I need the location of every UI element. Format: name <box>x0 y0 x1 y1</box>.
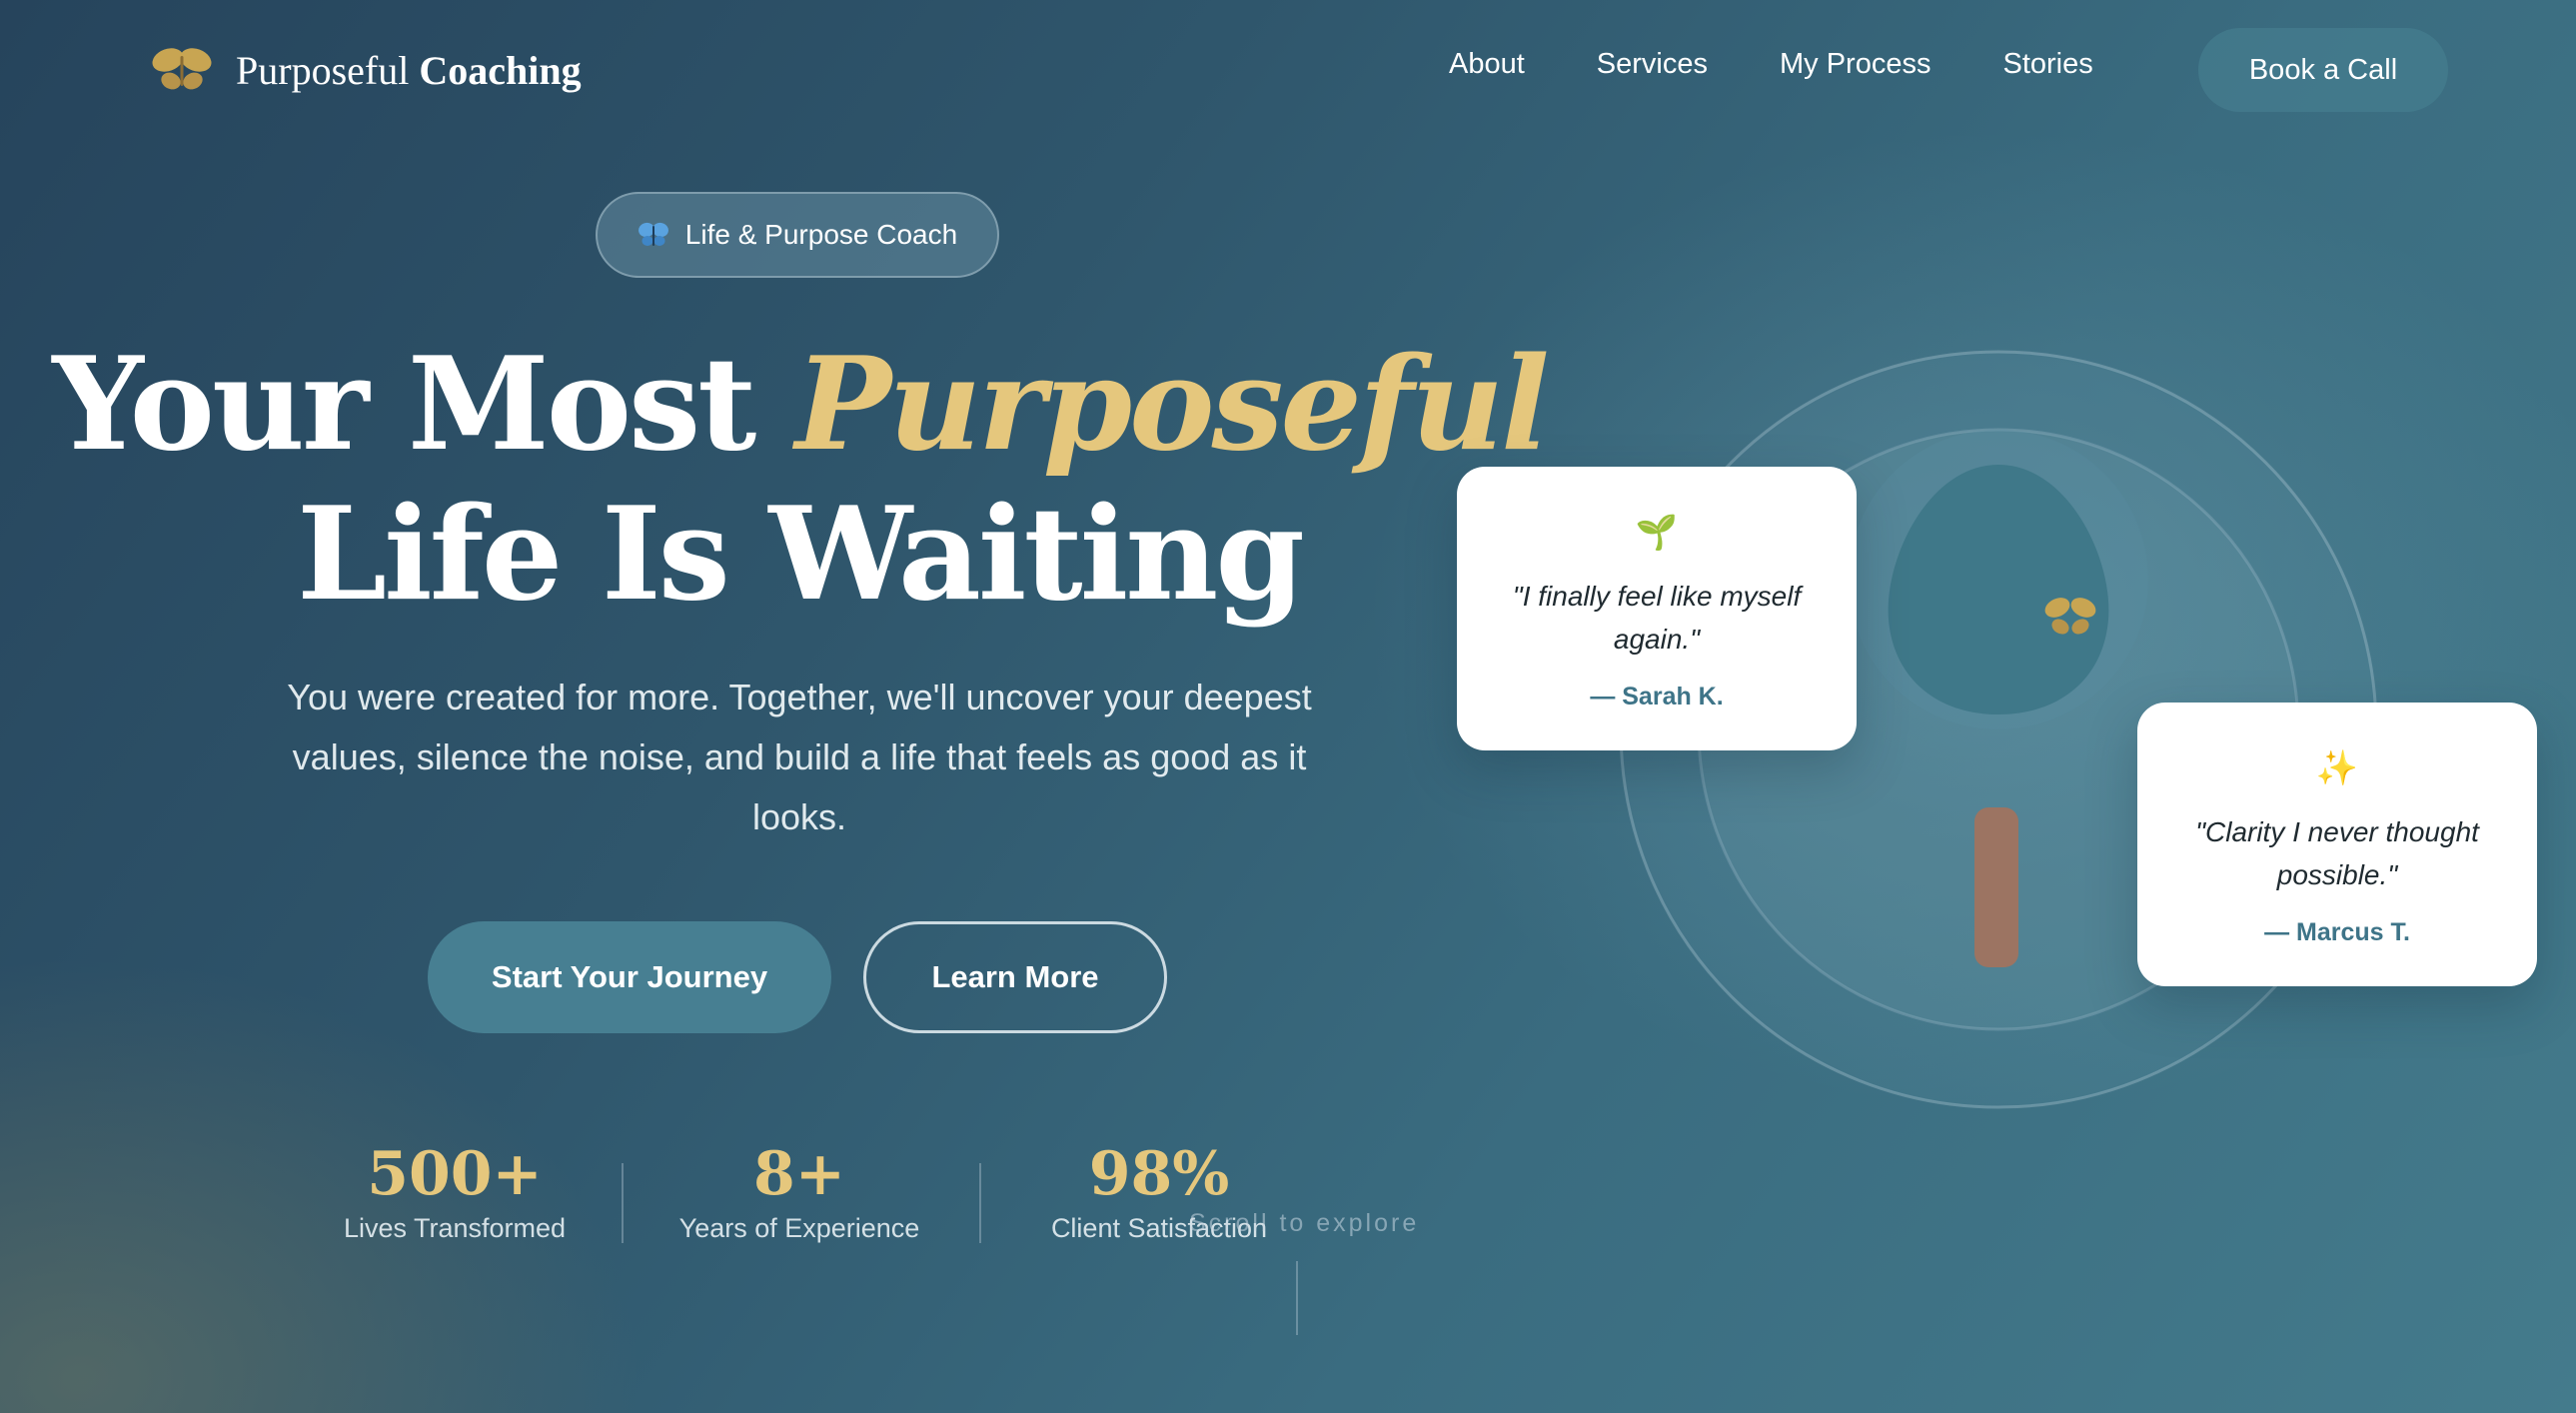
brand-logo[interactable]: Purposeful Coaching <box>150 44 582 96</box>
role-badge-label: Life & Purpose Coach <box>684 219 958 250</box>
stat-value: 98% <box>1088 1139 1230 1209</box>
stat-value: 8+ <box>752 1139 846 1209</box>
brand-name-light: Purposeful <box>236 47 410 93</box>
stat-label: Lives Transformed <box>343 1213 567 1243</box>
hero-title-part1: Your Most <box>52 330 756 480</box>
sparkles-icon: ✨ <box>2315 749 2359 787</box>
nav-link-about[interactable]: About <box>1449 48 1525 81</box>
testimonial-card-sarah: 🌱 "I finally feel like myself again." — … <box>1457 467 1857 750</box>
testimonial-card-marcus: ✨ "Clarity I never thought possible." — … <box>2137 703 2537 986</box>
stat-value: 500+ <box>367 1139 543 1209</box>
start-your-journey-button[interactable]: Start Your Journey <box>428 921 831 1033</box>
role-badge: Life & Purpose Coach <box>596 192 999 278</box>
tree-trunk <box>1974 807 2018 967</box>
butterfly-icon <box>638 222 668 246</box>
top-navigation: Purposeful Coaching About Services My Pr… <box>0 0 2576 140</box>
book-a-call-button[interactable]: Book a Call <box>2198 28 2448 112</box>
hero-title-accent: Purposeful <box>794 330 1550 480</box>
nav-links: About Services My Process Stories <box>1449 48 2093 81</box>
stat-years-experience: 8+ Years of Experience <box>669 1139 929 1244</box>
hero-subtitle: You were created for more. Together, we'… <box>287 677 1312 837</box>
seedling-icon: 🌱 <box>1635 514 1679 552</box>
testimonial-author: — Marcus T. <box>2264 918 2410 946</box>
hero-title-line-2: Life Is Waiting <box>297 480 1305 630</box>
testimonial-quote: "I finally feel like myself again." <box>1512 581 1802 655</box>
testimonial-author: — Sarah K. <box>1590 683 1724 710</box>
stat-lives-transformed: 500+ Lives Transformed <box>330 1139 580 1244</box>
scroll-indicator-line <box>1296 1261 1298 1335</box>
stat-label: Years of Experience <box>678 1213 920 1243</box>
learn-more-button[interactable]: Learn More <box>863 921 1167 1033</box>
nav-link-services[interactable]: Services <box>1597 48 1708 81</box>
butterfly-logo-icon <box>152 48 212 90</box>
testimonial-quote: "Clarity I never thought possible." <box>2195 816 2479 890</box>
stat-divider <box>622 1163 624 1243</box>
brand-name: Purposeful Coaching <box>236 47 582 94</box>
hero-title-line-1: Your Most Purposeful <box>40 330 1559 480</box>
hero-title: Your Most Purposeful Life Is Waiting <box>40 330 1559 630</box>
stat-divider <box>979 1163 981 1243</box>
nav-link-stories[interactable]: Stories <box>2002 48 2092 81</box>
scroll-hint[interactable]: Scroll to explore <box>1189 1209 1419 1238</box>
nav-link-my-process[interactable]: My Process <box>1780 48 1931 81</box>
brand-name-bold: Coaching <box>419 47 582 93</box>
